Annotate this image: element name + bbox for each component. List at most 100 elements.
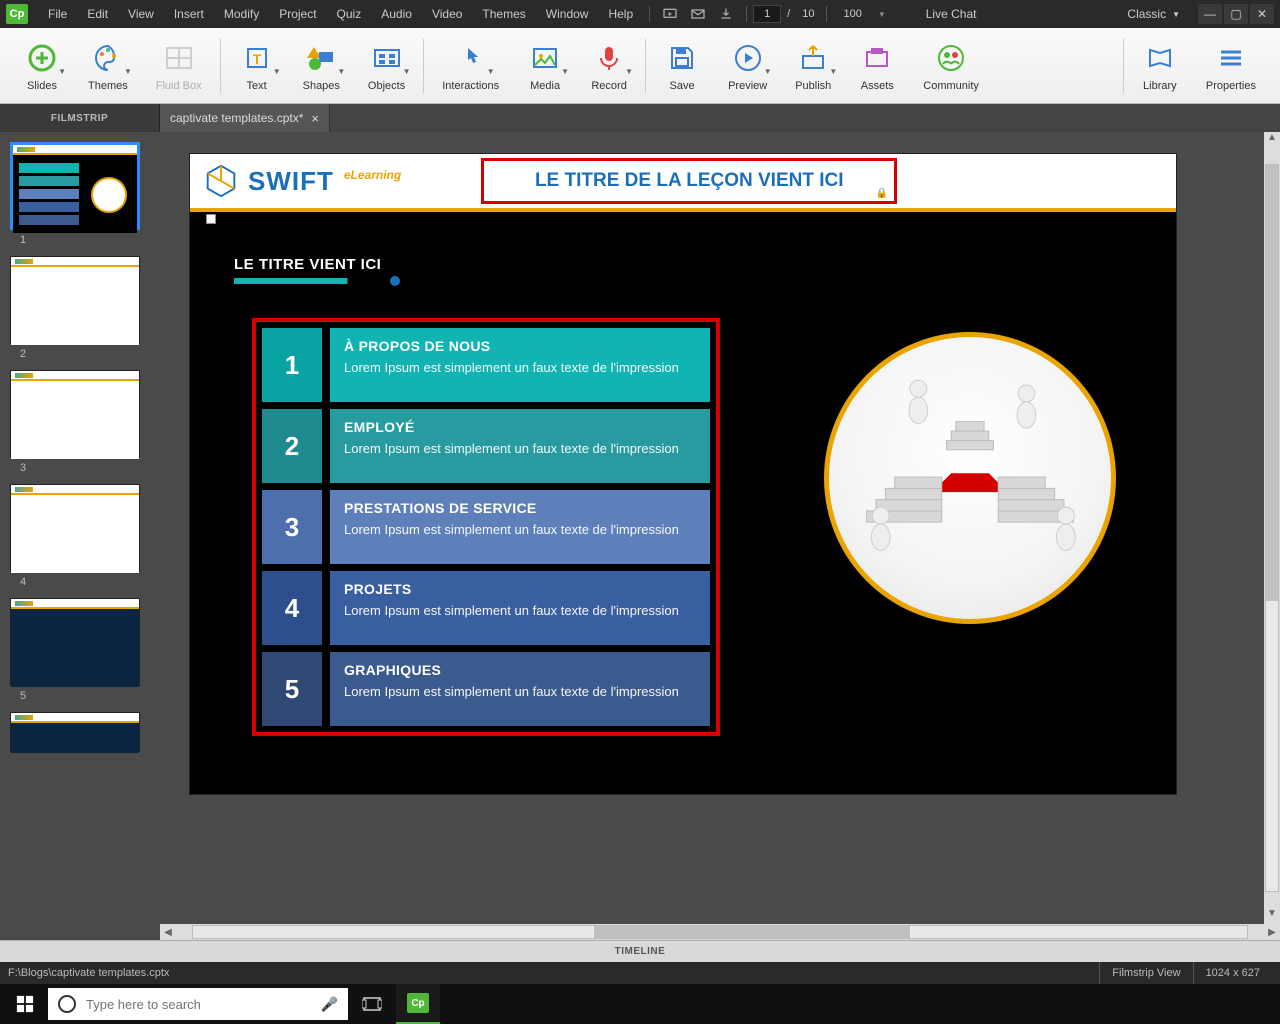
taskbar-search[interactable]: 🎤: [48, 988, 348, 1020]
library-button[interactable]: Library: [1142, 40, 1178, 92]
item-description: Lorem Ipsum est simplement un faux texte…: [344, 441, 696, 458]
menu-video[interactable]: Video: [422, 7, 472, 21]
menu-modify[interactable]: Modify: [214, 7, 269, 21]
label: Preview: [728, 80, 767, 92]
themes-button[interactable]: ▼Themes: [88, 40, 128, 92]
canvas[interactable]: SWIFT eLearning LE TITRE DE LA LEÇON VIE…: [160, 132, 1280, 940]
logo-cube-icon: [202, 162, 240, 200]
start-button[interactable]: [4, 984, 46, 1024]
fluidbox-button: Fluid Box: [156, 40, 202, 92]
lesson-title-box[interactable]: LE TITRE DE LA LEÇON VIENT ICI 🔒: [481, 158, 897, 204]
filmstrip-panel[interactable]: 12345: [0, 132, 160, 940]
subtitle-underline: [234, 278, 396, 284]
slide-thumbnail-3[interactable]: [10, 370, 140, 458]
content-item[interactable]: 1À PROPOS DE NOUSLorem Ipsum est simplem…: [262, 328, 710, 402]
label: Text: [247, 80, 267, 92]
live-chat-link[interactable]: Live Chat: [916, 7, 987, 21]
menu-audio[interactable]: Audio: [371, 7, 422, 21]
close-tab-icon[interactable]: ×: [311, 111, 319, 126]
interactions-button[interactable]: ▼Interactions: [442, 40, 499, 92]
content-item[interactable]: 5GRAPHIQUESLorem Ipsum est simplement un…: [262, 652, 710, 726]
ribbon: ▼Slides ▼Themes Fluid Box T▼Text ▼Shapes…: [0, 28, 1280, 104]
label: Shapes: [303, 80, 340, 92]
label: Publish: [795, 80, 831, 92]
content-item[interactable]: 3PRESTATIONS DE SERVICELorem Ipsum est s…: [262, 490, 710, 564]
publish-button[interactable]: ▼Publish: [795, 40, 831, 92]
horizontal-scrollbar[interactable]: ◀▶: [160, 924, 1280, 940]
maximize-button[interactable]: ▢: [1224, 4, 1248, 24]
menu-window[interactable]: Window: [536, 7, 599, 21]
workspace-switcher[interactable]: Classic ▼: [1119, 5, 1188, 23]
svg-text:T: T: [252, 51, 261, 67]
selection-handle[interactable]: [206, 214, 216, 224]
items-selection-box[interactable]: 1À PROPOS DE NOUSLorem Ipsum est simplem…: [252, 318, 720, 736]
slides-button[interactable]: ▼Slides: [24, 40, 60, 92]
page-current-input[interactable]: [753, 5, 781, 23]
slide-thumbnail-1[interactable]: [10, 142, 140, 230]
slide-thumbnail-2[interactable]: [10, 256, 140, 344]
chevron-down-icon: ▼: [1172, 10, 1180, 19]
app-logo: Cp: [6, 4, 28, 24]
chevron-down-icon[interactable]: ▼: [878, 10, 886, 19]
objects-button[interactable]: ▼Objects: [368, 40, 405, 92]
vertical-scrollbar[interactable]: ▲▼: [1264, 132, 1280, 924]
lesson-title-text: LE TITRE DE LA LEÇON VIENT ICI: [535, 170, 844, 192]
label: Properties: [1206, 80, 1256, 92]
menu-file[interactable]: File: [38, 7, 77, 21]
mic-icon[interactable]: 🎤: [321, 996, 338, 1013]
timeline-panel[interactable]: TIMELINE: [0, 940, 1280, 962]
community-button[interactable]: Community: [923, 40, 979, 92]
canvas-dimensions: 1024 x 627: [1193, 962, 1272, 984]
thumb-number: 5: [20, 690, 150, 702]
circle-image[interactable]: [824, 332, 1116, 624]
preview-slide-icon[interactable]: [662, 6, 678, 22]
slide-header: SWIFT eLearning LE TITRE DE LA LEÇON VIE…: [190, 154, 1176, 212]
shapes-button[interactable]: ▼Shapes: [303, 40, 340, 92]
menu-edit[interactable]: Edit: [77, 7, 118, 21]
label: Fluid Box: [156, 80, 202, 92]
logo-text: SWIFT: [248, 166, 334, 197]
menu-quiz[interactable]: Quiz: [327, 7, 372, 21]
label: Slides: [27, 80, 57, 92]
main-area: 12345 SWIFT eLearning LE TITRE DE LA LEÇ…: [0, 132, 1280, 940]
preview-button[interactable]: ▼Preview: [728, 40, 767, 92]
lock-icon: 🔒: [876, 188, 888, 199]
menu-help[interactable]: Help: [598, 7, 643, 21]
slide-subtitle[interactable]: LE TITRE VIENT ICI: [234, 256, 381, 273]
text-button[interactable]: T▼Text: [239, 40, 275, 92]
download-icon[interactable]: [718, 6, 734, 22]
menu-project[interactable]: Project: [269, 7, 326, 21]
close-button[interactable]: ✕: [1250, 4, 1274, 24]
slide-stage[interactable]: SWIFT eLearning LE TITRE DE LA LEÇON VIE…: [190, 154, 1176, 794]
thumb-number: 2: [20, 348, 150, 360]
captivate-taskbar-icon[interactable]: Cp: [396, 984, 440, 1024]
content-item[interactable]: 2EMPLOYÉLorem Ipsum est simplement un fa…: [262, 409, 710, 483]
zoom-level[interactable]: 100: [843, 8, 861, 20]
task-view-button[interactable]: [350, 984, 394, 1024]
properties-button[interactable]: Properties: [1206, 40, 1256, 92]
slide-thumbnail-4[interactable]: [10, 484, 140, 572]
menu-view[interactable]: View: [118, 7, 164, 21]
statusbar: F:\Blogs\captivate templates.cptx Filmst…: [0, 962, 1280, 984]
minimize-button[interactable]: —: [1198, 4, 1222, 24]
slide-thumbnail-6[interactable]: [10, 712, 140, 752]
save-button[interactable]: Save: [664, 40, 700, 92]
menu-insert[interactable]: Insert: [164, 7, 214, 21]
media-button[interactable]: ▼Media: [527, 40, 563, 92]
item-body: GRAPHIQUESLorem Ipsum est simplement un …: [330, 652, 710, 726]
item-body: PROJETSLorem Ipsum est simplement un fau…: [330, 571, 710, 645]
item-title: À PROPOS DE NOUS: [344, 338, 696, 354]
search-input[interactable]: [86, 997, 311, 1012]
document-tab[interactable]: captivate templates.cptx* ×: [160, 104, 330, 132]
logo-subtext: eLearning: [344, 168, 401, 182]
item-title: GRAPHIQUES: [344, 662, 696, 678]
item-number: 2: [262, 409, 322, 483]
menu-themes[interactable]: Themes: [472, 7, 535, 21]
item-description: Lorem Ipsum est simplement un faux texte…: [344, 360, 696, 377]
workspace-label: Classic: [1127, 7, 1166, 21]
slide-thumbnail-5[interactable]: [10, 598, 140, 686]
mail-icon[interactable]: [690, 6, 706, 22]
assets-button[interactable]: Assets: [859, 40, 895, 92]
record-button[interactable]: ▼Record: [591, 40, 627, 92]
content-item[interactable]: 4PROJETSLorem Ipsum est simplement un fa…: [262, 571, 710, 645]
